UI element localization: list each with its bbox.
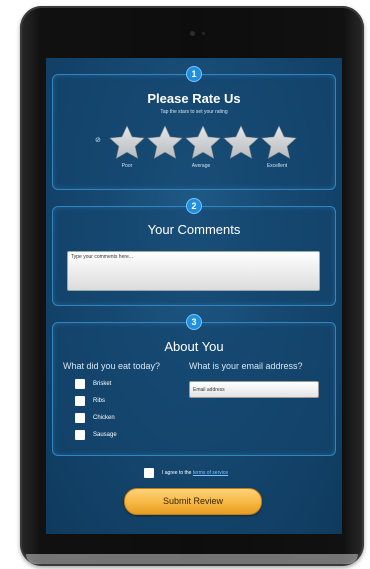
label-excellent: Excellent [266, 163, 288, 169]
sausage-checkbox[interactable] [75, 430, 85, 440]
ribs-checkbox[interactable] [75, 396, 85, 406]
label-average: Average [191, 163, 211, 169]
label-poor: Poor [121, 163, 133, 169]
rating-subtitle: Tap the stars to set your rating [160, 109, 228, 115]
comments-panel: Your Comments [52, 206, 336, 306]
chicken-label: Chicken [93, 415, 115, 421]
clear-rating-icon[interactable]: ⊘ [95, 136, 101, 144]
star-icon[interactable] [184, 124, 222, 162]
rating-title: Please Rate Us [147, 91, 241, 106]
brisket-label: Brisket [93, 381, 112, 387]
camera-icon [190, 31, 195, 36]
step-badge-3: 3 [186, 314, 202, 330]
submit-review-button[interactable]: Submit Review [124, 488, 262, 515]
tablet-screen: Please Rate Us Tap the stars to set your… [46, 58, 342, 534]
star-icon[interactable] [146, 124, 184, 162]
terms-checkbox[interactable] [144, 468, 154, 478]
star-icon[interactable] [260, 124, 298, 162]
star-rating[interactable] [108, 124, 298, 164]
comments-field[interactable] [67, 251, 320, 291]
rating-panel: Please Rate Us Tap the stars to set your… [52, 74, 336, 190]
email-input[interactable] [189, 381, 319, 398]
step-badge-1: 1 [186, 66, 202, 82]
star-icon[interactable] [108, 124, 146, 162]
terms-of-service-link[interactable]: terms of service [193, 470, 228, 476]
star-icon[interactable] [222, 124, 260, 162]
comments-title: Your Comments [147, 222, 241, 237]
terms-prefix: I agree to the [162, 470, 192, 476]
email-question: What is your email address? [189, 361, 303, 371]
sausage-label: Sausage [93, 432, 117, 438]
sensor-icon [202, 32, 205, 35]
about-panel: About You What did you eat today? What i… [52, 322, 336, 456]
food-question: What did you eat today? [63, 361, 161, 371]
about-title: About You [164, 339, 224, 354]
step-badge-2: 2 [186, 198, 202, 214]
ribs-label: Ribs [93, 398, 106, 404]
brisket-checkbox[interactable] [75, 379, 85, 389]
terms-text: I agree to the terms of service [162, 470, 228, 476]
chicken-checkbox[interactable] [75, 413, 85, 423]
